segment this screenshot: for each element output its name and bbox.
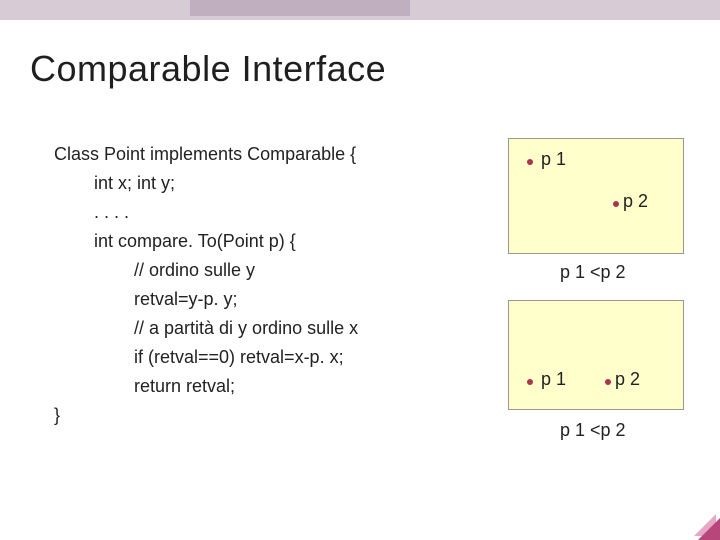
- top-bar-accent: [190, 0, 410, 16]
- slide: Comparable Interface Class Point impleme…: [0, 0, 720, 540]
- code-line: retval=y-p. y;: [54, 285, 358, 314]
- code-line: // a partità di y ordino sulle x: [54, 314, 358, 343]
- code-line: int compare. To(Point p) {: [54, 227, 358, 256]
- point-label-p2: p 2: [623, 191, 648, 212]
- top-bar: [0, 0, 720, 20]
- code-line: . . . .: [54, 198, 358, 227]
- diagram-box-1: p 1 p 2: [508, 138, 684, 254]
- code-line: Class Point implements Comparable {: [54, 140, 358, 169]
- point-label-p1: p 1: [541, 369, 566, 390]
- slide-title: Comparable Interface: [30, 48, 386, 90]
- point-dot-icon: [613, 201, 619, 207]
- relation-label-1: p 1 <p 2: [560, 262, 626, 283]
- code-line: return retval;: [54, 372, 358, 401]
- point-dot-icon: [527, 379, 533, 385]
- code-line: }: [54, 401, 358, 430]
- code-line: if (retval==0) retval=x-p. x;: [54, 343, 358, 372]
- code-line: int x; int y;: [54, 169, 358, 198]
- code-line: // ordino sulle y: [54, 256, 358, 285]
- code-block: Class Point implements Comparable { int …: [54, 140, 358, 430]
- diagram-box-2: p 1 p 2: [508, 300, 684, 410]
- relation-label-2: p 1 <p 2: [560, 420, 626, 441]
- point-label-p2: p 2: [615, 369, 640, 390]
- point-dot-icon: [527, 159, 533, 165]
- point-label-p1: p 1: [541, 149, 566, 170]
- corner-decoration-icon: [696, 516, 720, 540]
- point-dot-icon: [605, 379, 611, 385]
